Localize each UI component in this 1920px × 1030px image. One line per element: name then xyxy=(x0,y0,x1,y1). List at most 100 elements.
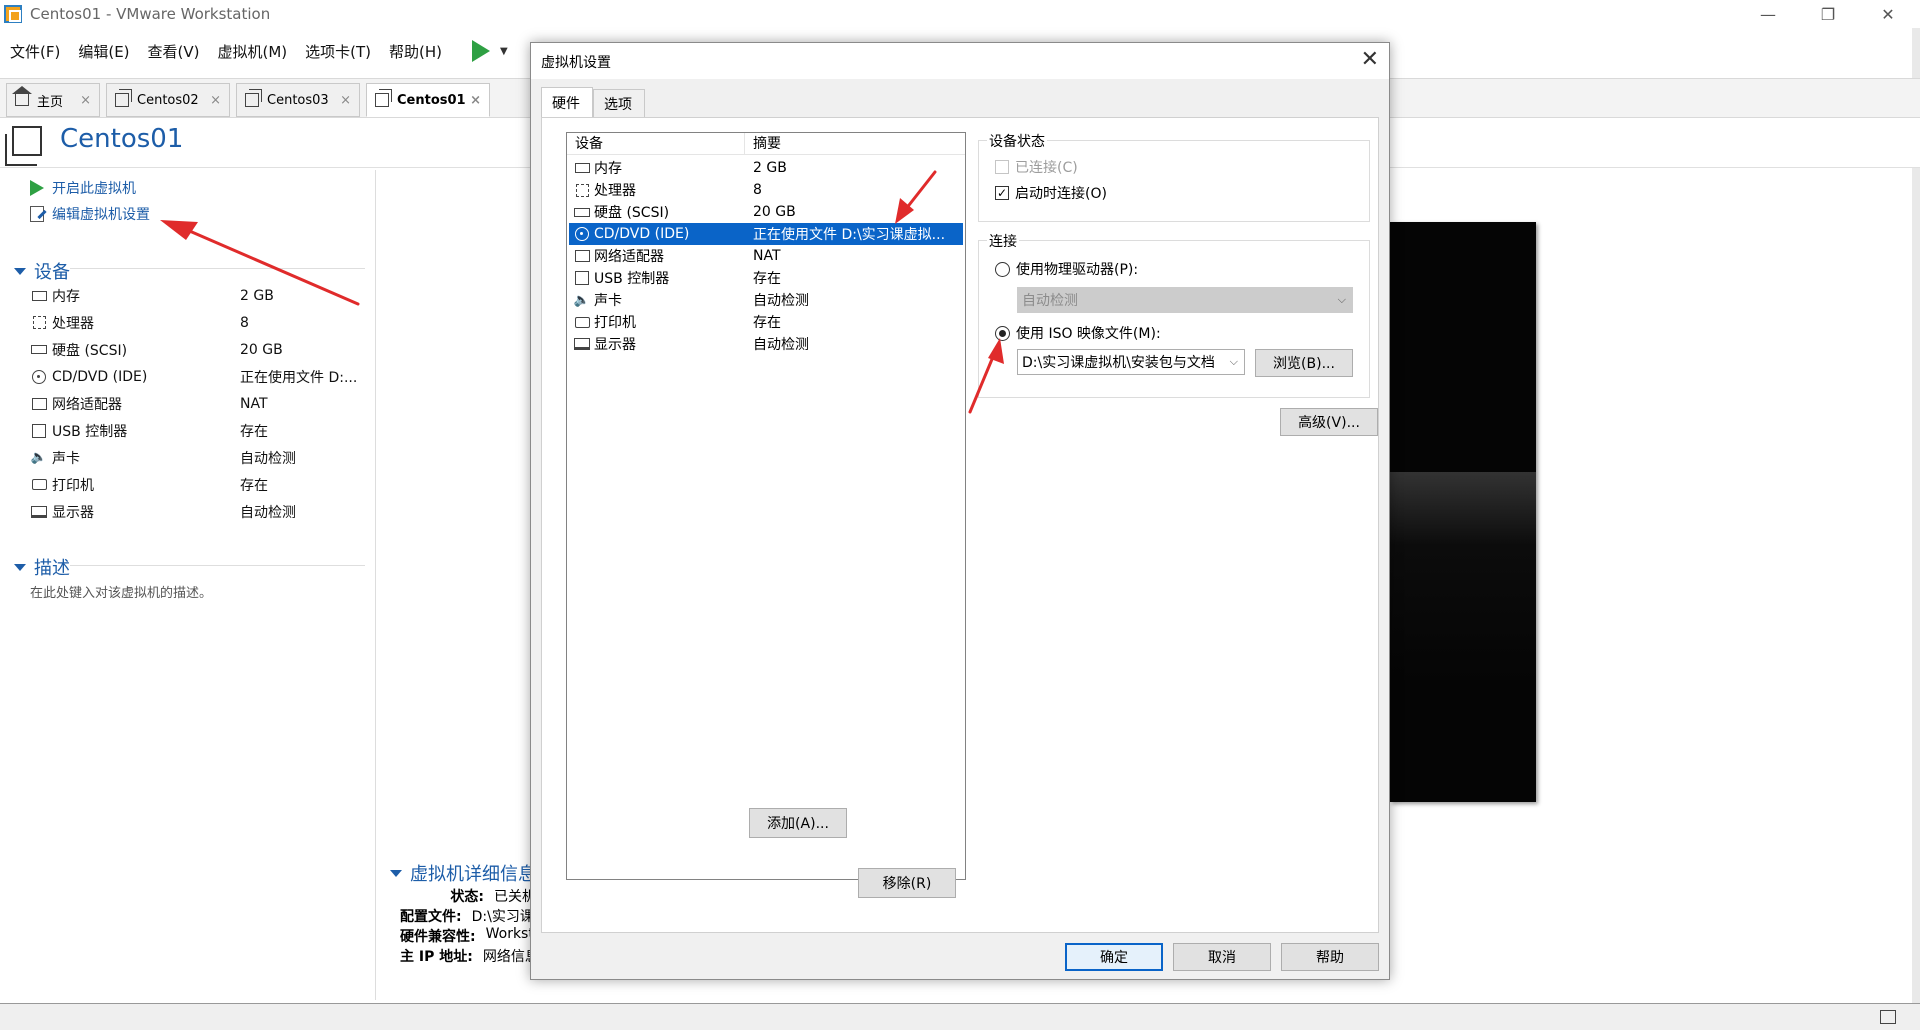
menu-edit[interactable]: 编辑(E) xyxy=(78,41,129,62)
power-dropdown-icon[interactable]: ▼ xyxy=(500,46,508,57)
device-list[interactable]: 设备 摘要 内存 2 GB 处理器 8 硬盘 (SCSI) 20 GB CD/D… xyxy=(566,132,966,880)
device-row-cd-dvd[interactable]: CD/DVD (IDE) 正在使用文件 D:... xyxy=(30,363,365,390)
vm-icon xyxy=(375,89,392,107)
menu-vm[interactable]: 虚拟机(M) xyxy=(218,41,288,62)
list-item-network[interactable]: 网络适配器 NAT xyxy=(569,245,963,267)
description-section-title: 描述 xyxy=(34,558,70,579)
help-button[interactable]: 帮助 xyxy=(1281,943,1379,971)
device-value: 自动检测 xyxy=(240,450,296,467)
list-item-summary: 存在 xyxy=(753,315,781,331)
menu-help[interactable]: 帮助(H) xyxy=(389,41,442,62)
connect-at-power-on-checkbox[interactable]: ✓ xyxy=(995,186,1009,200)
memory-icon xyxy=(574,163,590,173)
cancel-button[interactable]: 取消 xyxy=(1173,943,1271,971)
device-status-title: 设备状态 xyxy=(987,131,1047,151)
power-on-vm-link[interactable]: 开启此虚拟机 xyxy=(30,178,136,198)
description-hint[interactable]: 在此处键入对该虚拟机的描述。 xyxy=(30,582,212,601)
device-row-memory[interactable]: 内存 2 GB xyxy=(30,282,365,309)
menu-file[interactable]: 文件(F) xyxy=(10,41,60,62)
restore-button[interactable]: ❐ xyxy=(1800,0,1856,28)
section-divider xyxy=(70,565,365,566)
cd-dvd-icon xyxy=(32,369,46,384)
add-device-button[interactable]: 添加(A)... xyxy=(749,808,847,838)
usb-controller-icon xyxy=(575,271,589,285)
hard-disk-icon xyxy=(31,345,47,354)
list-item-processor[interactable]: 处理器 8 xyxy=(569,179,963,201)
menu-view[interactable]: 查看(V) xyxy=(148,41,200,62)
tab-centos03[interactable]: Centos03 × xyxy=(236,83,360,117)
message-log-icon[interactable] xyxy=(1880,1010,1896,1024)
connected-checkbox[interactable] xyxy=(995,160,1009,174)
vm-icon xyxy=(115,89,132,107)
tab-centos02-close-icon[interactable]: × xyxy=(210,93,221,108)
device-row-network[interactable]: 网络适配器 NAT xyxy=(30,390,365,417)
tab-home[interactable]: 主页 × xyxy=(6,83,100,117)
detail-label: 状态: xyxy=(450,889,484,905)
vmware-app-icon xyxy=(4,5,22,23)
window-scrollbar[interactable] xyxy=(1912,28,1920,1003)
vm-preview-thumbnail[interactable] xyxy=(1390,222,1536,802)
list-item-sound[interactable]: 🔈 声卡 自动检测 xyxy=(569,289,963,311)
device-row-display[interactable]: 显示器 自动检测 xyxy=(30,498,365,525)
power-on-vm-label: 开启此虚拟机 xyxy=(52,181,136,197)
column-summary[interactable]: 摘要 xyxy=(745,133,781,154)
physical-drive-value: 自动检测 xyxy=(1022,293,1078,309)
advanced-button[interactable]: 高级(V)... xyxy=(1280,408,1378,436)
list-item-printer[interactable]: 打印机 存在 xyxy=(569,311,963,333)
device-value: NAT xyxy=(240,395,268,412)
vm-settings-dialog: 虚拟机设置 ✕ 硬件 选项 设备 摘要 内存 2 GB 处理器 8 硬盘 (SC… xyxy=(530,42,1390,980)
device-row-hard-disk[interactable]: 硬盘 (SCSI) 20 GB xyxy=(30,336,365,363)
list-item-display[interactable]: 显示器 自动检测 xyxy=(569,333,963,355)
list-item-memory[interactable]: 内存 2 GB xyxy=(569,157,963,179)
device-row-processor[interactable]: 处理器 8 xyxy=(30,309,365,336)
memory-icon xyxy=(31,290,47,301)
cd-dvd-icon xyxy=(575,227,589,241)
vm-large-icon xyxy=(5,126,42,166)
detail-label: 硬件兼容性: xyxy=(400,929,476,945)
list-item-summary: 自动检测 xyxy=(753,293,809,309)
tab-home-close-icon[interactable]: × xyxy=(80,93,91,108)
device-list-header: 设备 摘要 xyxy=(567,133,965,155)
device-value: 存在 xyxy=(240,423,268,440)
iso-path-value: D:\实习课虚拟机\安装包与文档 xyxy=(1022,355,1215,371)
device-row-printer[interactable]: 打印机 存在 xyxy=(30,471,365,498)
tab-hardware[interactable]: 硬件 xyxy=(541,87,593,117)
minimize-button[interactable]: — xyxy=(1740,0,1796,28)
device-row-sound[interactable]: 🔈 声卡 自动检测 xyxy=(30,444,365,471)
power-on-icon[interactable] xyxy=(472,40,491,62)
detail-label: 主 IP 地址: xyxy=(400,949,473,965)
network-adapter-icon xyxy=(574,250,590,262)
ok-button[interactable]: 确定 xyxy=(1065,943,1163,971)
remove-device-button[interactable]: 移除(R) xyxy=(858,868,956,898)
tab-options[interactable]: 选项 xyxy=(593,89,645,117)
dialog-close-icon[interactable]: ✕ xyxy=(1361,47,1379,72)
tab-centos03-label: Centos03 xyxy=(267,92,329,108)
menu-tabs[interactable]: 选项卡(T) xyxy=(305,41,371,62)
physical-drive-select[interactable]: 自动检测 ⌵ xyxy=(1017,287,1353,313)
devices-section-toggle[interactable]: 设备 xyxy=(14,258,70,284)
list-item-summary: 2 GB xyxy=(753,160,787,176)
tab-centos01[interactable]: Centos01 × xyxy=(366,83,490,117)
browse-button[interactable]: 浏览(B)... xyxy=(1255,349,1353,377)
physical-drive-radio[interactable] xyxy=(995,261,1010,277)
list-item-hard-disk[interactable]: 硬盘 (SCSI) 20 GB xyxy=(569,201,963,223)
hardware-panel: 设备 摘要 内存 2 GB 处理器 8 硬盘 (SCSI) 20 GB CD/D… xyxy=(541,117,1379,933)
column-device[interactable]: 设备 xyxy=(567,133,745,154)
iso-path-combobox[interactable]: D:\实习课虚拟机\安装包与文档 ⌵ xyxy=(1017,349,1245,375)
iso-image-radio[interactable] xyxy=(995,325,1010,341)
tab-centos03-close-icon[interactable]: × xyxy=(340,93,351,108)
list-item-name: 声卡 xyxy=(594,293,622,309)
hard-disk-icon xyxy=(574,207,590,217)
printer-icon xyxy=(31,479,47,490)
tab-centos01-close-icon[interactable]: × xyxy=(470,93,481,108)
description-section-toggle[interactable]: 描述 xyxy=(14,554,70,580)
device-row-usb[interactable]: USB 控制器 存在 xyxy=(30,417,365,444)
edit-vm-settings-link[interactable]: 编辑虚拟机设置 xyxy=(30,204,150,224)
list-item-usb[interactable]: USB 控制器 存在 xyxy=(569,267,963,289)
tab-centos02[interactable]: Centos02 × xyxy=(106,83,230,117)
close-window-button[interactable]: ✕ xyxy=(1860,0,1916,28)
sound-card-icon: 🔈 xyxy=(30,450,48,465)
detail-status: 状态: 已关机 xyxy=(400,886,540,906)
vm-details-toggle[interactable]: 虚拟机详细信息 xyxy=(390,860,536,886)
list-item-cd-dvd[interactable]: CD/DVD (IDE) 正在使用文件 D:\实习课虚拟... xyxy=(569,223,963,245)
